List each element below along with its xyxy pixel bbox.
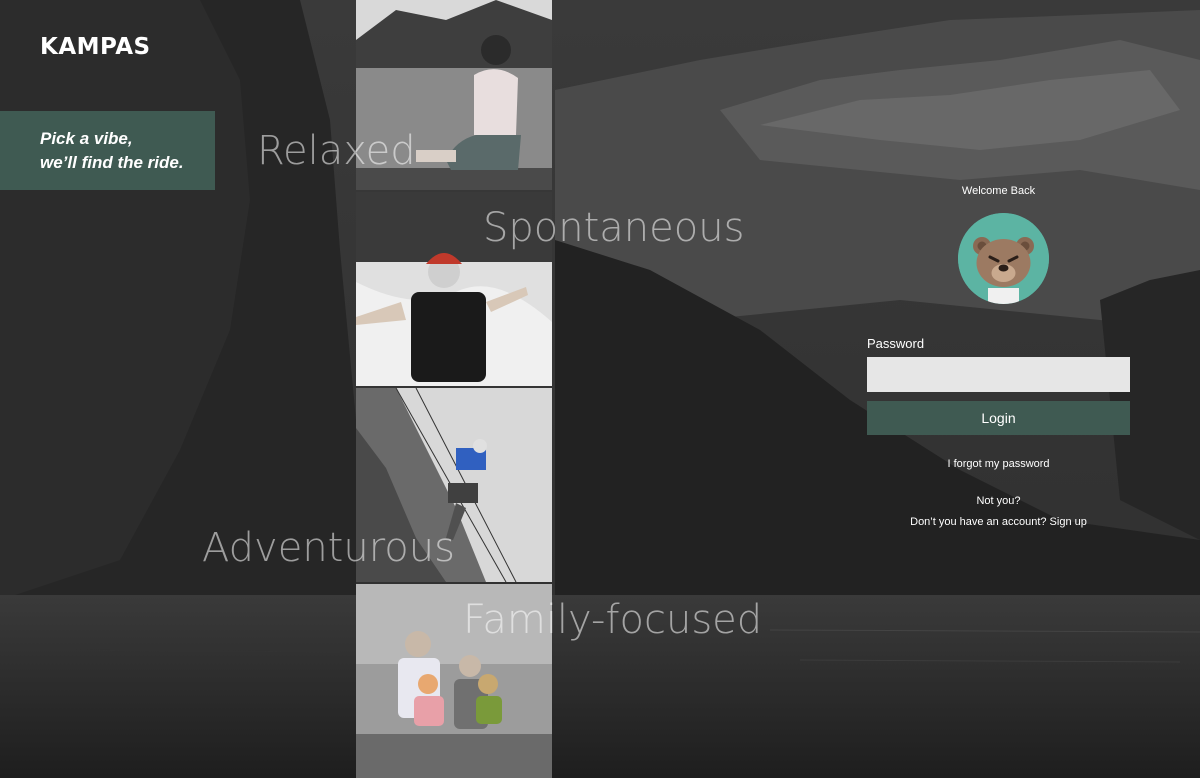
tagline-line-2: we’ll find the ride. [40, 153, 184, 172]
bear-avatar-icon[interactable] [958, 213, 1049, 304]
login-button[interactable]: Login [867, 401, 1130, 435]
vibe-option-relaxed[interactable]: Relaxed [257, 128, 416, 174]
password-input[interactable] [867, 357, 1130, 392]
password-label: Password [867, 336, 925, 351]
forgot-password-link[interactable]: I forgot my password [867, 458, 1130, 470]
brand-logo[interactable]: KAMPAS [40, 34, 151, 60]
tagline-line-1: Pick a vibe, [40, 129, 133, 148]
vibe-option-spontaneous[interactable]: Spontaneous [483, 205, 744, 251]
welcome-text: Welcome Back [961, 185, 1036, 197]
vibe-option-family-focused[interactable]: Family-focused [463, 597, 762, 643]
vibe-option-adventurous[interactable]: Adventurous [202, 525, 455, 571]
tagline-banner: Pick a vibe, we’ll find the ride. [0, 111, 215, 190]
signup-link[interactable]: Don’t you have an account? Sign up [867, 516, 1130, 528]
not-you-link[interactable]: Not you? [867, 495, 1130, 507]
vibe-photo-strip [356, 0, 552, 778]
